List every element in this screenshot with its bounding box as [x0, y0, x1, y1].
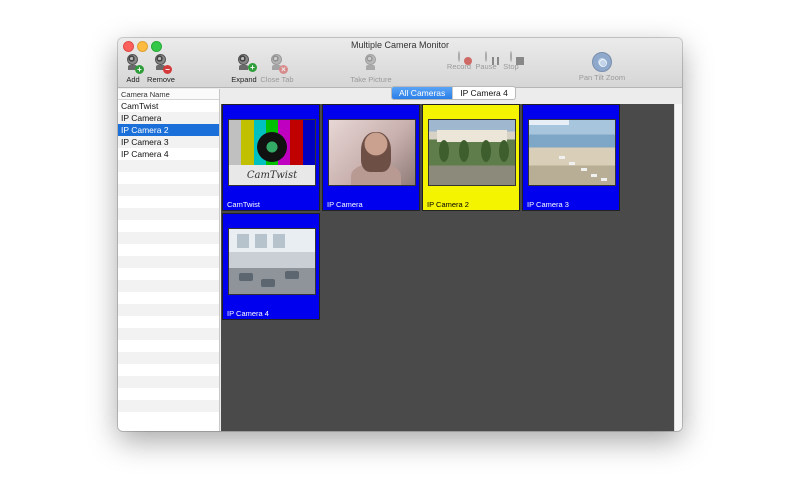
camera-feed-thumbnail	[328, 119, 416, 186]
empty-row	[118, 268, 219, 280]
camera-feed-thumbnail	[428, 119, 516, 186]
empty-row	[118, 388, 219, 400]
camera-tile-ip-camera[interactable]: IP Camera	[322, 104, 420, 211]
vertical-scrollbar[interactable]	[674, 104, 682, 431]
camera-feed-thumbnail	[228, 228, 316, 295]
empty-row	[118, 280, 219, 292]
take-picture-label: Take Picture	[350, 75, 392, 84]
empty-row	[118, 352, 219, 364]
camera-feed-thumbnail	[528, 119, 616, 186]
titlebar: Multiple Camera Monitor + Add − Remove +…	[118, 38, 682, 88]
camera-list-item[interactable]: IP Camera	[118, 112, 219, 124]
empty-row	[118, 328, 219, 340]
empty-row	[118, 292, 219, 304]
tile-caption: CamTwist	[227, 200, 260, 209]
close-tab-label: Close Tab	[260, 75, 294, 84]
add-label: Add	[126, 75, 140, 84]
record-icon	[458, 51, 472, 65]
expand-button[interactable]: + Expand	[230, 52, 258, 86]
close-tab-icon: ×	[266, 52, 288, 74]
camera-view-area: All Cameras IP Camera 4 CamTwist CamTwis…	[221, 86, 682, 431]
camera-list-item[interactable]: CamTwist	[118, 100, 219, 112]
remove-button[interactable]: − Remove	[146, 52, 176, 86]
empty-row	[118, 172, 219, 184]
camera-list: Camera Name CamTwist IP Camera IP Camera…	[118, 89, 220, 431]
record-button[interactable]: Record	[446, 51, 472, 86]
expand-icon: +	[233, 52, 257, 74]
film-reel-icon	[257, 132, 287, 162]
empty-row	[118, 412, 219, 424]
tile-caption: IP Camera 4	[227, 309, 269, 318]
stop-icon	[510, 51, 524, 65]
camera-list-item[interactable]: IP Camera 4	[118, 148, 219, 160]
pause-icon	[485, 51, 499, 65]
add-button[interactable]: + Add	[122, 52, 144, 86]
camera-tile-ip-camera-4[interactable]: IP Camera 4	[222, 213, 320, 320]
tile-caption: IP Camera	[327, 200, 363, 209]
camera-list-item[interactable]: IP Camera 2	[118, 124, 219, 136]
tab-all-cameras[interactable]: All Cameras	[392, 87, 453, 99]
empty-row	[118, 196, 219, 208]
empty-row	[118, 244, 219, 256]
ptz-icon	[592, 52, 612, 72]
app-window: Multiple Camera Monitor + Add − Remove +…	[118, 38, 682, 431]
empty-row	[118, 364, 219, 376]
stop-button[interactable]: Stop	[500, 51, 524, 86]
window-title: Multiple Camera Monitor	[350, 40, 450, 50]
take-picture-button[interactable]: Take Picture	[346, 52, 396, 86]
tile-caption: IP Camera 2	[427, 200, 469, 209]
tab-ip-camera-4[interactable]: IP Camera 4	[452, 87, 515, 99]
camera-grid: CamTwist CamTwist IP Camera IP Camera 2 …	[221, 104, 674, 431]
camera-icon	[360, 52, 382, 74]
pan-tilt-zoom-button[interactable]: Pan Tilt Zoom	[576, 52, 628, 86]
empty-row	[118, 232, 219, 244]
remove-label: Remove	[147, 75, 175, 84]
empty-row	[118, 208, 219, 220]
empty-row	[118, 400, 219, 412]
empty-row	[118, 220, 219, 232]
remove-camera-icon: −	[150, 52, 172, 74]
camera-feed-thumbnail: CamTwist	[228, 119, 316, 186]
camera-tile-ip-camera-2[interactable]: IP Camera 2	[422, 104, 520, 211]
empty-row	[118, 304, 219, 316]
ptz-label: Pan Tilt Zoom	[578, 73, 626, 82]
camera-list-header[interactable]: Camera Name	[118, 89, 219, 100]
empty-row	[118, 376, 219, 388]
camera-tile-camtwist[interactable]: CamTwist CamTwist	[222, 104, 320, 211]
empty-row	[118, 184, 219, 196]
close-tab-button[interactable]: × Close Tab	[260, 52, 294, 86]
add-camera-icon: +	[122, 52, 144, 74]
pause-button[interactable]: Pause	[474, 51, 499, 86]
empty-row	[118, 340, 219, 352]
camera-list-item[interactable]: IP Camera 3	[118, 136, 219, 148]
tile-caption: IP Camera 3	[527, 200, 569, 209]
empty-row	[118, 316, 219, 328]
empty-row	[118, 256, 219, 268]
expand-label: Expand	[231, 75, 257, 84]
camtwist-logo: CamTwist	[229, 165, 315, 185]
empty-row	[118, 160, 219, 172]
camera-tile-ip-camera-3[interactable]: IP Camera 3	[522, 104, 620, 211]
view-tabs: All Cameras IP Camera 4	[391, 86, 516, 100]
